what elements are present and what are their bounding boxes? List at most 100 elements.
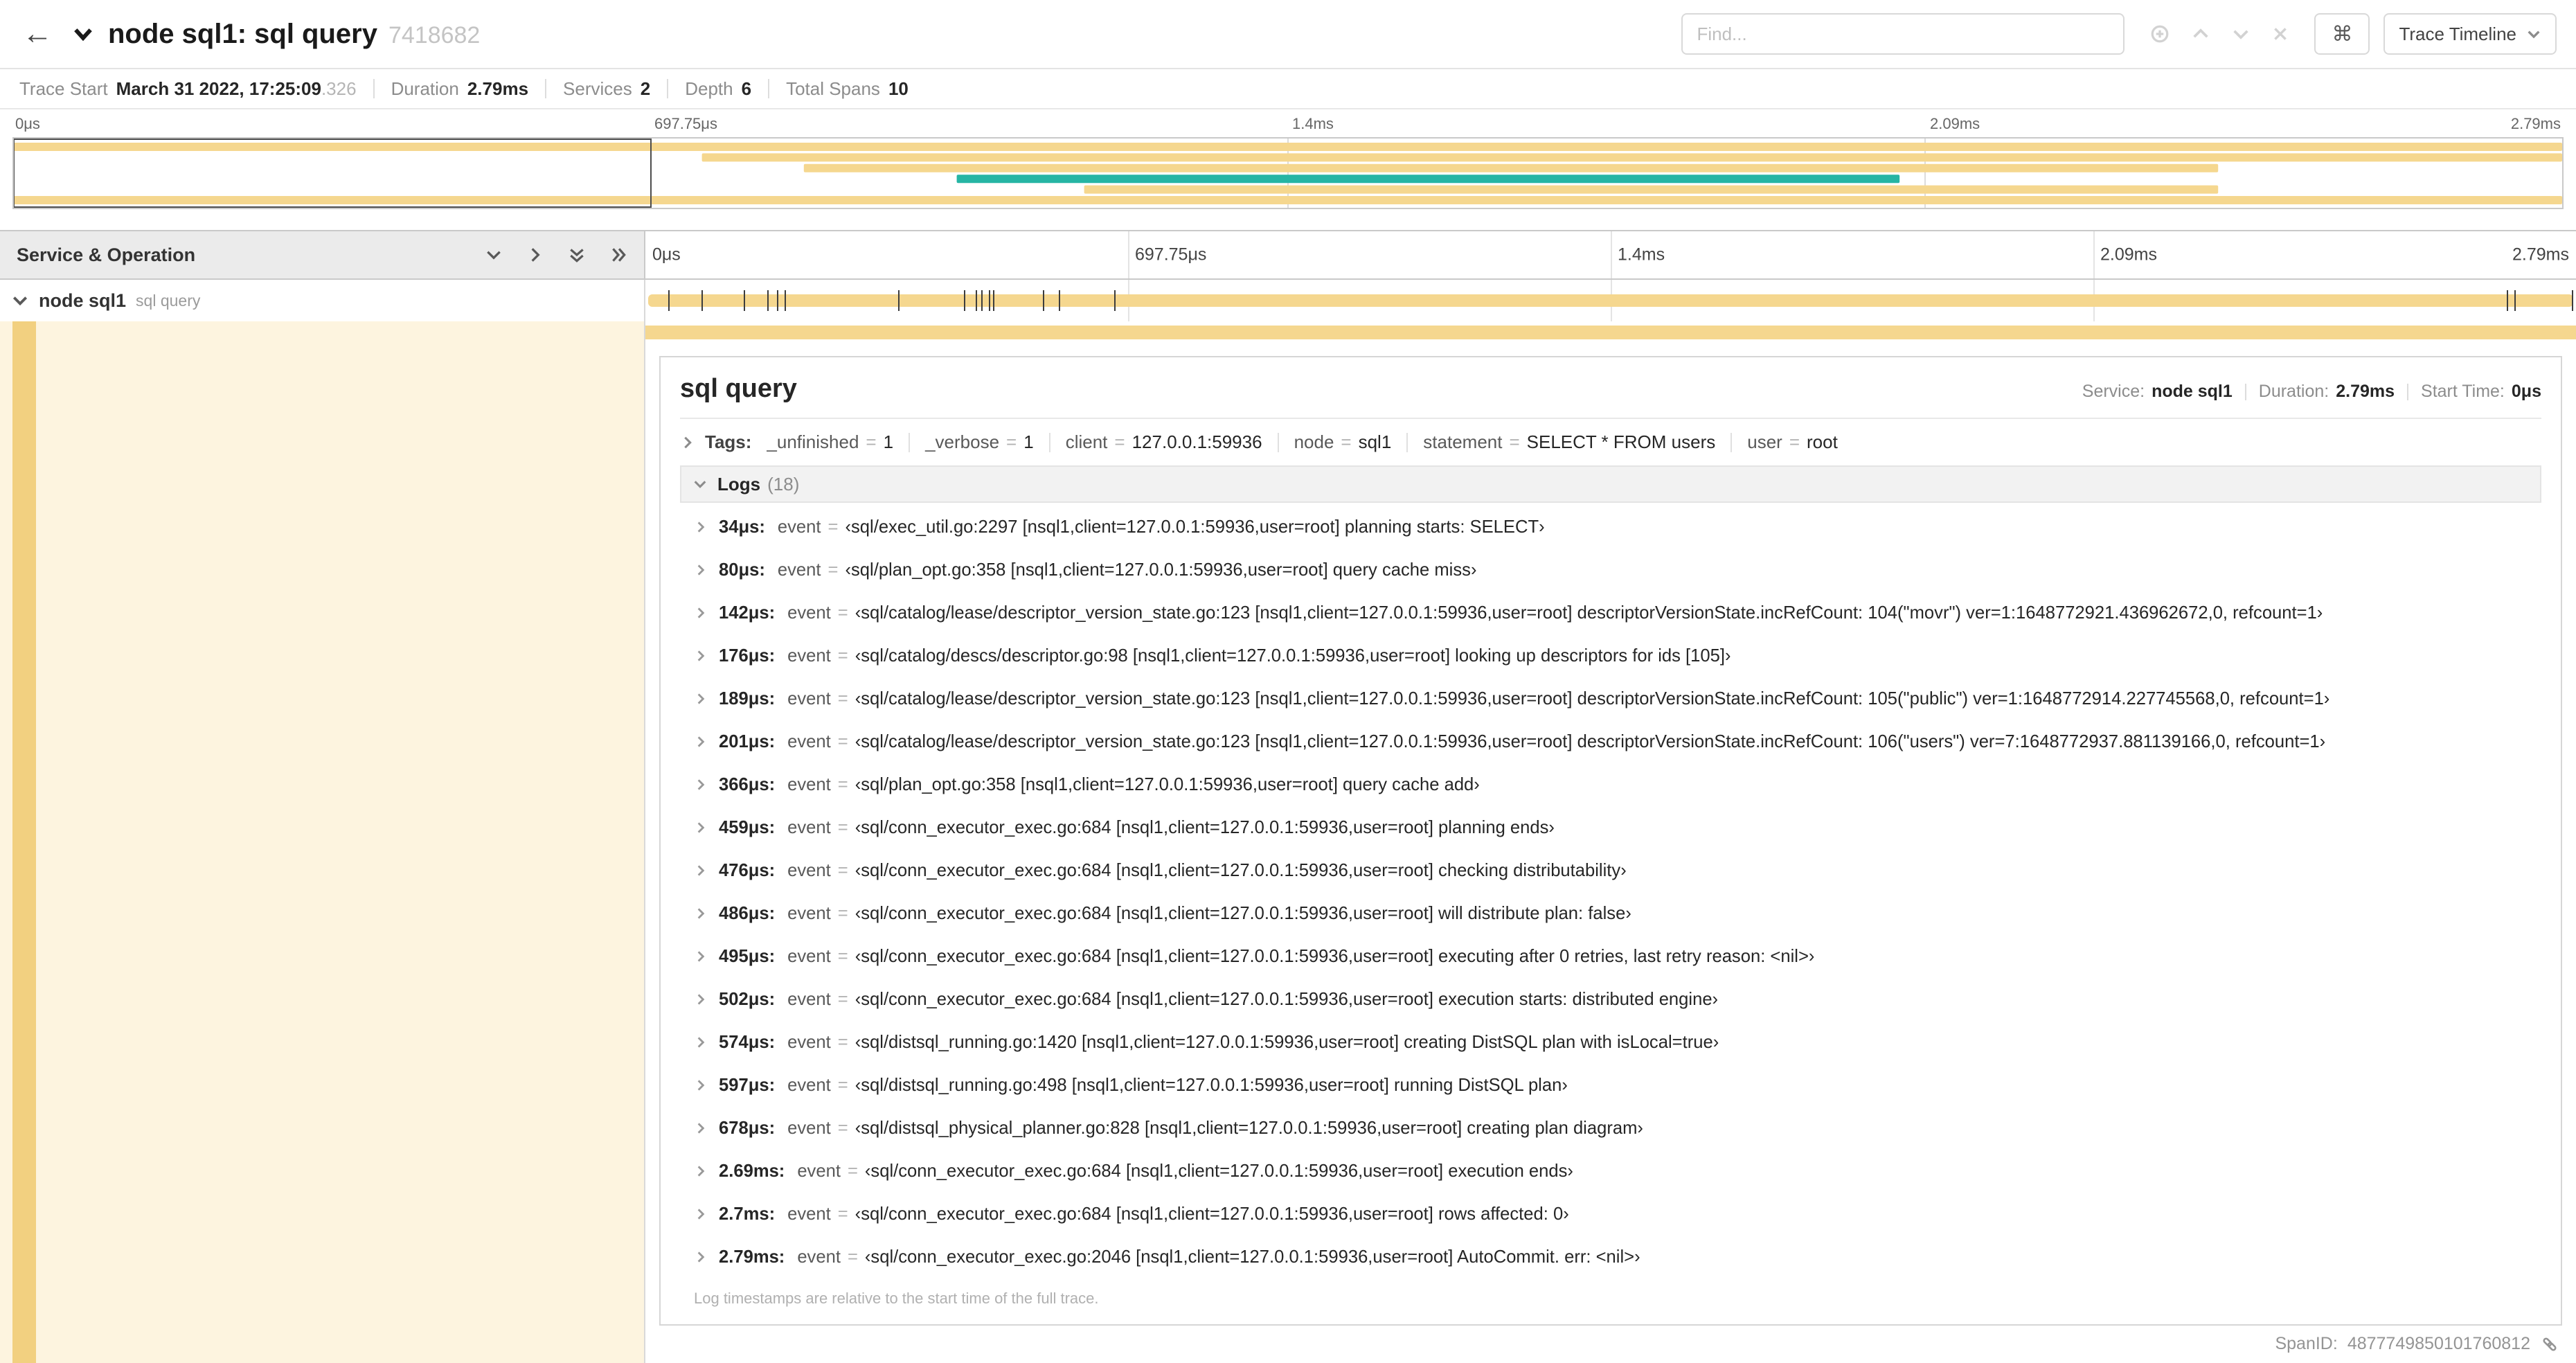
collapse-trace-chevron-icon[interactable] <box>72 23 94 45</box>
chevron-right-icon <box>694 692 708 706</box>
axis-tick-label: 2.09ms <box>1930 115 1980 132</box>
log-field-value: ‹sql/conn_executor_exec.go:684 [nsql1,cl… <box>855 990 1719 1009</box>
separator <box>1730 432 1733 452</box>
log-row[interactable]: 2.69ms: event = ‹sql/conn_executor_exec.… <box>680 1150 2541 1193</box>
span-name-cell[interactable]: node sql1 sql query <box>0 280 645 321</box>
keyboard-shortcuts-button[interactable]: ⌘ <box>2314 13 2370 55</box>
log-marker-tick[interactable] <box>964 290 966 311</box>
log-row[interactable]: 2.7ms: event = ‹sql/conn_executor_exec.g… <box>680 1193 2541 1236</box>
services-stat: Services 2 <box>563 78 651 99</box>
log-marker-tick[interactable] <box>981 290 983 311</box>
log-timestamp: 495μs: <box>719 947 776 966</box>
span-detail-panel: sql query Service: node sql1 Duration: 2.7… <box>645 321 2576 1363</box>
tags-accordion[interactable]: Tags: _unfinished = 1 _verbose = 1 client = 12… <box>680 419 2541 463</box>
log-row[interactable]: 80μs: event = ‹sql/plan_opt.go:358 [nsql… <box>680 549 2541 591</box>
collapse-one-chevron-down-icon[interactable] <box>485 246 503 264</box>
equals-sign: = <box>847 1161 858 1181</box>
log-row[interactable]: 34μs: event = ‹sql/exec_util.go:2297 [ns… <box>680 506 2541 549</box>
trace-view-dropdown[interactable]: Trace Timeline <box>2383 13 2557 55</box>
log-marker-tick[interactable] <box>2514 290 2516 311</box>
service-operation-header: Service & Operation <box>0 231 645 278</box>
minimap-viewport[interactable] <box>12 137 2564 209</box>
copy-link-icon[interactable] <box>2540 1335 2559 1354</box>
log-row[interactable]: 476μs: event = ‹sql/conn_executor_exec.g… <box>680 849 2541 892</box>
logs-accordion-header[interactable]: Logs (18) <box>680 465 2541 503</box>
log-marker-tick[interactable] <box>992 290 994 311</box>
log-marker-tick[interactable] <box>744 290 746 311</box>
log-row[interactable]: 459μs: event = ‹sql/conn_executor_exec.g… <box>680 806 2541 849</box>
clear-search-close-icon[interactable] <box>2271 25 2289 43</box>
chevron-right-icon <box>694 821 708 835</box>
ruler-tick-label: 0μs <box>652 244 681 265</box>
chevron-down-icon <box>2528 30 2540 39</box>
back-button[interactable]: ← <box>17 17 58 51</box>
log-marker-tick[interactable] <box>1058 290 1060 311</box>
span-expander-chevron-down-icon[interactable] <box>11 292 29 310</box>
log-marker-tick[interactable] <box>2506 290 2508 311</box>
chevron-right-icon <box>694 1121 708 1135</box>
tags-list: _unfinished = 1 _verbose = 1 client = 127.0.0.… <box>767 431 1837 453</box>
equals-sign: = <box>1006 431 1017 452</box>
log-row[interactable]: 502μs: event = ‹sql/conn_executor_exec.g… <box>680 978 2541 1021</box>
log-marker-tick[interactable] <box>1043 290 1045 311</box>
log-marker-tick[interactable] <box>701 290 703 311</box>
span-bar-track[interactable] <box>645 280 2576 321</box>
log-timestamp: 597μs: <box>719 1076 776 1095</box>
equals-sign: = <box>837 689 848 709</box>
span-id-row: SpanID: 4877749850101760812 <box>645 1326 2576 1354</box>
focus-match-icon[interactable] <box>2149 24 2170 44</box>
log-field-value: ‹sql/conn_executor_exec.go:684 [nsql1,cl… <box>864 1161 1573 1181</box>
logs-label: Logs <box>717 473 761 495</box>
log-marker-tick[interactable] <box>989 290 991 311</box>
tag-value: sql1 <box>1358 431 1392 452</box>
log-field-value: ‹sql/catalog/lease/descriptor_version_st… <box>855 689 2330 709</box>
log-field-value: ‹sql/conn_executor_exec.go:684 [nsql1,cl… <box>855 818 1555 837</box>
log-row[interactable]: 2.79ms: event = ‹sql/conn_executor_exec.… <box>680 1236 2541 1279</box>
log-marker-tick[interactable] <box>975 290 977 311</box>
find-input[interactable] <box>1681 13 2125 55</box>
log-field-value: ‹sql/conn_executor_exec.go:684 [nsql1,cl… <box>855 947 1815 966</box>
expand-all-double-chevron-right-icon[interactable] <box>609 246 627 264</box>
ruler-tick-label: 2.79ms <box>2512 244 2569 265</box>
log-marker-tick[interactable] <box>784 290 786 311</box>
logs-list: 34μs: event = ‹sql/exec_util.go:2297 [ns… <box>680 503 2541 1279</box>
log-timestamp: 80μs: <box>719 560 765 580</box>
log-field-key: event <box>787 603 831 623</box>
equals-sign: = <box>828 560 839 580</box>
span-bar[interactable] <box>648 294 2573 307</box>
collapse-all-double-chevron-down-icon[interactable] <box>568 246 586 264</box>
log-marker-tick[interactable] <box>898 290 900 311</box>
log-row[interactable]: 678μs: event = ‹sql/distsql_physical_pla… <box>680 1107 2541 1150</box>
log-timestamp: 142μs: <box>719 603 776 623</box>
log-row[interactable]: 597μs: event = ‹sql/distsql_running.go:4… <box>680 1064 2541 1107</box>
span-detail-row: sql query Service: node sql1 Duration: 2.7… <box>0 321 2576 1363</box>
log-marker-tick[interactable] <box>767 290 769 311</box>
log-row[interactable]: 486μs: event = ‹sql/conn_executor_exec.g… <box>680 892 2541 935</box>
log-marker-tick[interactable] <box>668 290 670 311</box>
collapse-controls <box>485 246 627 264</box>
log-marker-tick[interactable] <box>1114 290 1116 311</box>
log-field-value: ‹sql/catalog/lease/descriptor_version_st… <box>855 732 2326 751</box>
log-timestamp: 201μs: <box>719 732 776 751</box>
log-marker-tick[interactable] <box>2572 290 2574 311</box>
log-row[interactable]: 366μs: event = ‹sql/plan_opt.go:358 [nsq… <box>680 763 2541 806</box>
top-bar: ← node sql1: sql query7418682 ⌘ Trace Ti… <box>0 0 2576 69</box>
log-field-key: event <box>777 517 821 537</box>
log-row[interactable]: 495μs: event = ‹sql/conn_executor_exec.g… <box>680 935 2541 978</box>
log-marker-tick[interactable] <box>776 290 778 311</box>
log-row[interactable]: 201μs: event = ‹sql/catalog/lease/descri… <box>680 720 2541 763</box>
log-field-value: ‹sql/conn_executor_exec.go:684 [nsql1,cl… <box>855 861 1627 880</box>
equals-sign: = <box>1114 431 1125 452</box>
log-row[interactable]: 574μs: event = ‹sql/distsql_running.go:1… <box>680 1021 2541 1064</box>
separator <box>2407 383 2409 400</box>
log-row[interactable]: 189μs: event = ‹sql/catalog/lease/descri… <box>680 677 2541 720</box>
next-result-chevron-down-icon[interactable] <box>2231 24 2251 44</box>
tag-item: user = root <box>1747 431 1838 453</box>
expand-one-chevron-right-icon[interactable] <box>526 246 544 264</box>
span-row[interactable]: node sql1 sql query <box>0 280 2576 321</box>
log-field-key: event <box>797 1247 841 1267</box>
prev-result-chevron-up-icon[interactable] <box>2191 24 2210 44</box>
log-field-key: event <box>787 1119 831 1138</box>
log-row[interactable]: 176μs: event = ‹sql/catalog/descs/descri… <box>680 634 2541 677</box>
log-row[interactable]: 142μs: event = ‹sql/catalog/lease/descri… <box>680 591 2541 634</box>
